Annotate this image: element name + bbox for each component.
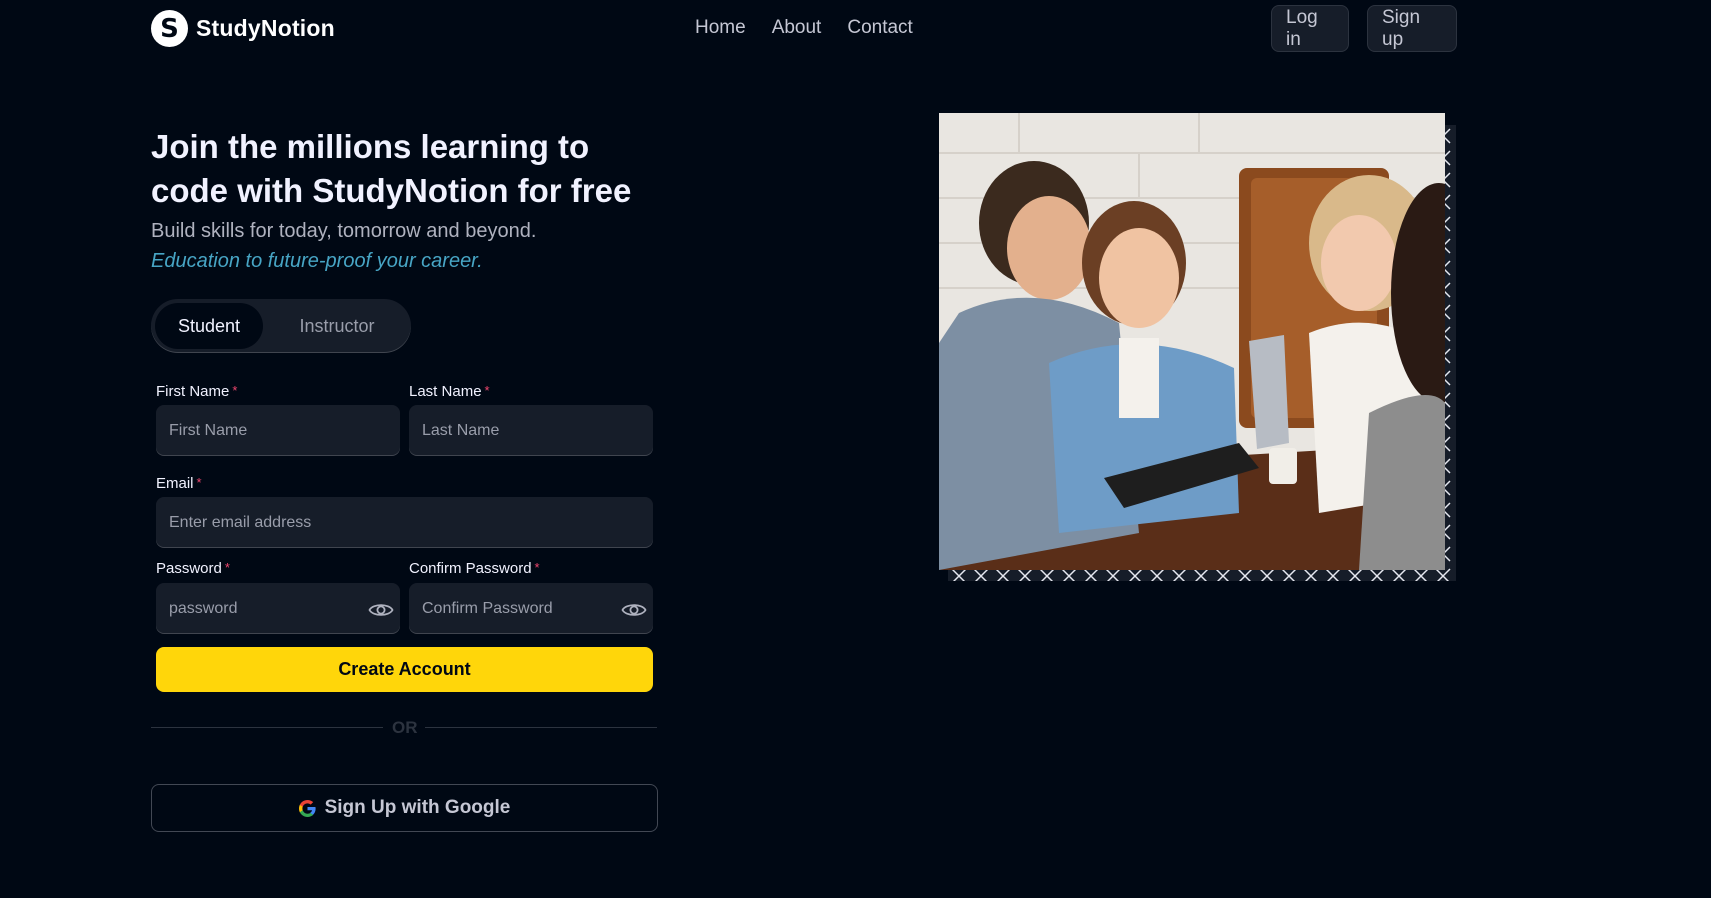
page-title: Join the millions learning to code with … bbox=[151, 128, 632, 209]
role-student-tab[interactable]: Student bbox=[155, 303, 263, 349]
page-subtitle: Build skills for today, tomorrow and bey… bbox=[151, 220, 537, 242]
google-icon bbox=[298, 799, 316, 817]
logo-letter: S bbox=[160, 13, 179, 44]
signup-button[interactable]: Sign up bbox=[1367, 5, 1457, 52]
role-toggle: Student Instructor bbox=[151, 299, 411, 353]
required-mark: * bbox=[534, 560, 540, 575]
password-label: Password * bbox=[156, 560, 230, 577]
google-signup-button[interactable]: Sign Up with Google bbox=[151, 784, 658, 832]
email-label: Email * bbox=[156, 475, 202, 492]
google-signup-label: Sign Up with Google bbox=[324, 797, 511, 818]
brand-name: StudyNotion bbox=[196, 15, 335, 41]
students-photo bbox=[939, 113, 1445, 570]
nav-link-home[interactable]: Home bbox=[695, 17, 746, 39]
last-name-label-text: Last Name bbox=[409, 383, 482, 400]
role-instructor-tab[interactable]: Instructor bbox=[267, 303, 407, 349]
navbar: S StudyNotion Home About Contact Log in … bbox=[0, 0, 1711, 58]
nav-links: Home About Contact bbox=[695, 17, 913, 39]
password-input[interactable] bbox=[156, 583, 400, 634]
confirm-password-input[interactable] bbox=[409, 583, 653, 634]
last-name-label: Last Name * bbox=[409, 383, 490, 400]
first-name-label-text: First Name bbox=[156, 383, 230, 400]
confirm-password-label-text: Confirm Password bbox=[409, 560, 532, 577]
divider-line bbox=[151, 727, 383, 728]
nav-link-contact[interactable]: Contact bbox=[847, 17, 912, 39]
divider-line bbox=[425, 727, 657, 728]
or-divider: OR bbox=[151, 716, 657, 738]
confirm-password-label: Confirm Password * bbox=[409, 560, 540, 577]
eye-icon[interactable] bbox=[368, 601, 394, 619]
login-button[interactable]: Log in bbox=[1271, 5, 1349, 52]
first-name-input[interactable] bbox=[156, 405, 400, 456]
required-mark: * bbox=[196, 475, 202, 490]
required-mark: * bbox=[224, 560, 230, 575]
email-input[interactable] bbox=[156, 497, 653, 548]
create-account-button[interactable]: Create Account bbox=[156, 647, 653, 692]
email-label-text: Email bbox=[156, 475, 194, 492]
signup-page: S StudyNotion Home About Contact Log in … bbox=[0, 0, 1711, 898]
last-name-input[interactable] bbox=[409, 405, 653, 456]
page-highlight-text: Education to future-proof your career. bbox=[151, 250, 483, 272]
required-mark: * bbox=[232, 383, 238, 398]
nav-link-about[interactable]: About bbox=[772, 17, 822, 39]
or-text: OR bbox=[392, 718, 418, 737]
password-label-text: Password bbox=[156, 560, 222, 577]
required-mark: * bbox=[484, 383, 490, 398]
eye-icon[interactable] bbox=[621, 601, 647, 619]
brand-logo[interactable]: S StudyNotion bbox=[151, 10, 335, 47]
first-name-label: First Name * bbox=[156, 383, 237, 400]
logo-icon: S bbox=[151, 10, 188, 47]
